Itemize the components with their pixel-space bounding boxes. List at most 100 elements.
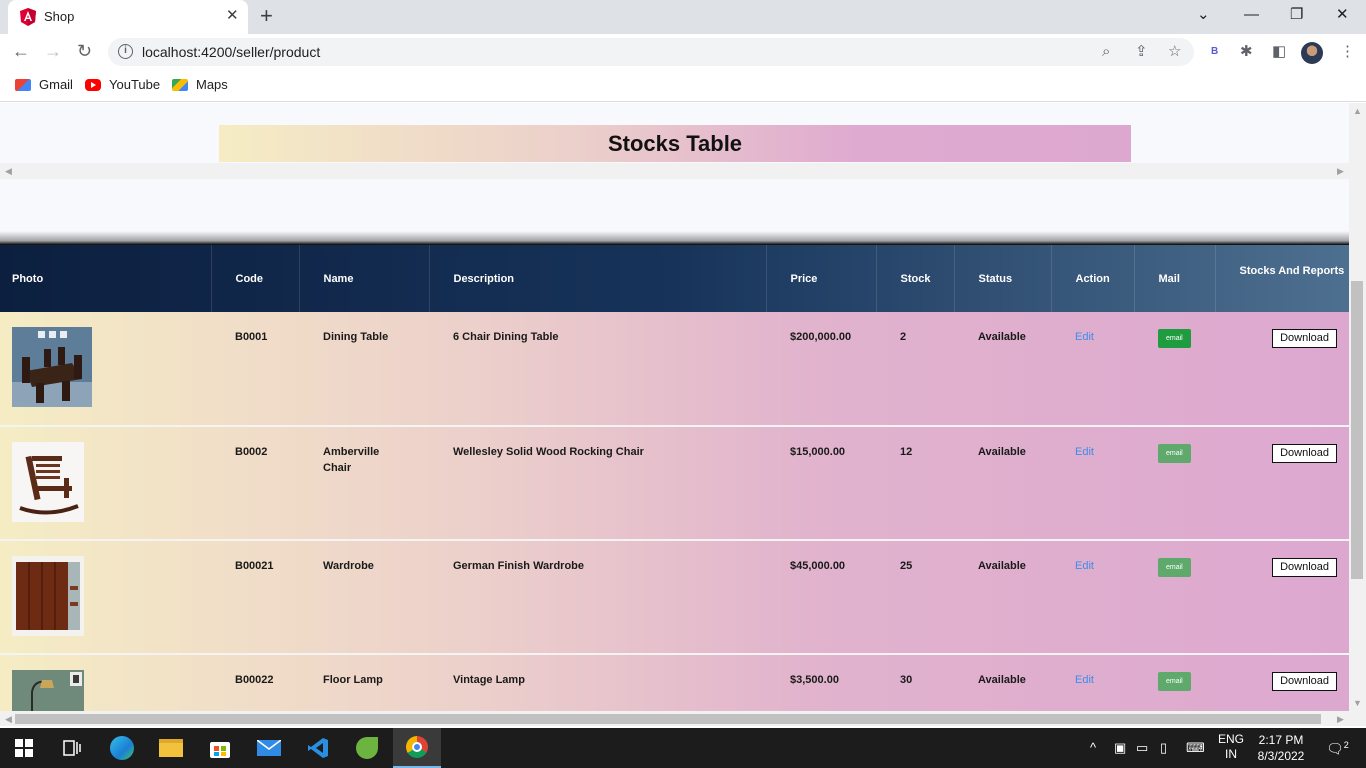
scroll-down-arrow-icon[interactable]: ▼ bbox=[1353, 698, 1362, 708]
rocking-chair-photo bbox=[12, 442, 84, 522]
email-button[interactable]: email bbox=[1158, 329, 1191, 348]
close-window-icon[interactable]: ✕ bbox=[1336, 6, 1349, 24]
windows-taskbar: ^ ▣ ▭ ▯ ⌨ ENG IN 2:17 PM 8/3/2022 🗨2 bbox=[0, 728, 1366, 768]
new-tab-icon[interactable]: + bbox=[260, 5, 273, 27]
header-code: Code bbox=[211, 245, 300, 312]
bookmark-star-icon[interactable]: ☆ bbox=[1168, 43, 1181, 61]
start-button[interactable] bbox=[0, 728, 48, 768]
download-button[interactable]: Download bbox=[1272, 329, 1337, 348]
profile-avatar[interactable] bbox=[1301, 42, 1323, 64]
page-title-banner: Stocks Table bbox=[219, 125, 1131, 162]
header-name: Name bbox=[299, 245, 430, 312]
clock-date: 8/3/2022 bbox=[1257, 749, 1305, 763]
zoom-icon[interactable]: ⌕ bbox=[1102, 43, 1110, 61]
address-bar[interactable]: i localhost:4200/seller/product ⌕ ⇪ ☆ bbox=[108, 38, 1194, 66]
taskbar-edge[interactable] bbox=[98, 728, 146, 768]
action-cell: Edit bbox=[1051, 540, 1134, 654]
scroll-right-arrow-icon[interactable]: ▶ bbox=[1337, 166, 1344, 176]
extensions-puzzle-icon[interactable]: ✱ bbox=[1240, 43, 1253, 61]
task-view-button[interactable] bbox=[48, 728, 96, 768]
code-cell: B00022 bbox=[235, 674, 274, 686]
scroll-left-arrow-icon[interactable]: ◀ bbox=[5, 166, 12, 176]
forward-icon[interactable]: → bbox=[44, 41, 62, 61]
clock-time: 2:17 PM bbox=[1258, 733, 1304, 747]
bookmark-gmail[interactable]: Gmail bbox=[15, 77, 73, 92]
bookmark-label: Maps bbox=[196, 77, 228, 92]
edit-link[interactable]: Edit bbox=[1075, 674, 1094, 686]
floor-lamp-photo bbox=[12, 670, 84, 711]
page-horizontal-scrollbar[interactable]: ◀ ▶ bbox=[0, 711, 1349, 726]
edit-link[interactable]: Edit bbox=[1075, 560, 1094, 572]
back-icon[interactable]: ← bbox=[12, 41, 30, 61]
tab-search-chevron-icon[interactable]: ⌄ bbox=[1197, 6, 1210, 24]
minimize-icon[interactable]: — bbox=[1244, 6, 1259, 24]
keyboard-icon[interactable]: ⌨ bbox=[1186, 740, 1205, 756]
spring-leaf-icon bbox=[356, 737, 378, 759]
status-cell: Available bbox=[978, 560, 1026, 572]
scroll-up-arrow-icon[interactable]: ▲ bbox=[1353, 106, 1362, 116]
edit-link[interactable]: Edit bbox=[1075, 446, 1094, 458]
share-icon[interactable]: ⇪ bbox=[1135, 43, 1148, 61]
region-code: IN bbox=[1225, 747, 1237, 761]
menu-kebab-icon[interactable]: ⋮ bbox=[1340, 43, 1355, 61]
vertical-scroll-thumb[interactable] bbox=[1351, 281, 1363, 579]
taskbar-store[interactable] bbox=[196, 728, 244, 768]
taskbar-spring-tool[interactable] bbox=[343, 728, 391, 768]
reload-icon[interactable]: ↻ bbox=[77, 41, 92, 61]
close-tab-icon[interactable]: ✕ bbox=[226, 8, 239, 24]
mail-cell: email bbox=[1134, 312, 1215, 426]
page-vertical-scrollbar[interactable]: ▲ ▼ bbox=[1349, 103, 1366, 726]
table-header-row: Photo Code Name Description Price Stock … bbox=[0, 245, 1349, 312]
photo-cell bbox=[0, 654, 211, 711]
notification-center-icon[interactable]: 🗨2 bbox=[1326, 740, 1349, 758]
photo-cell bbox=[0, 312, 211, 426]
maps-icon bbox=[172, 78, 188, 91]
browser-toolbar: ← → ↻ i localhost:4200/seller/product ⌕ … bbox=[0, 34, 1366, 70]
header-price: Price bbox=[766, 245, 877, 312]
table-row: B00021 Wardrobe German Finish Wardrobe $… bbox=[0, 540, 1349, 654]
table-row: B0002 Amberville Chair Wellesley Solid W… bbox=[0, 426, 1349, 540]
network-icon[interactable]: ▯ bbox=[1160, 740, 1167, 756]
edit-link[interactable]: Edit bbox=[1075, 331, 1094, 343]
bookmark-youtube[interactable]: YouTube bbox=[85, 77, 160, 92]
folder-icon bbox=[159, 739, 183, 757]
stock-cell: 2 bbox=[900, 331, 907, 343]
tray-chevron-icon[interactable]: ^ bbox=[1090, 740, 1096, 756]
taskbar-clock[interactable]: 2:17 PM 8/3/2022 bbox=[1256, 732, 1306, 764]
bookmark-maps[interactable]: Maps bbox=[172, 77, 228, 92]
price-cell: $45,000.00 bbox=[790, 560, 846, 572]
side-panel-icon[interactable]: ◧ bbox=[1272, 43, 1286, 61]
tray-app-icon[interactable]: ▣ bbox=[1114, 740, 1126, 756]
banner-horizontal-scrollbar[interactable]: ◀ ▶ bbox=[0, 163, 1349, 179]
horizontal-scroll-thumb[interactable] bbox=[15, 714, 1321, 724]
browser-tab-shop[interactable]: Shop ✕ bbox=[8, 0, 248, 34]
download-button[interactable]: Download bbox=[1272, 444, 1337, 463]
extension-b-icon[interactable]: B bbox=[1211, 43, 1218, 61]
mail-cell: email bbox=[1134, 540, 1215, 654]
email-button[interactable]: email bbox=[1158, 672, 1191, 691]
code-cell: B0002 bbox=[235, 446, 268, 458]
taskbar-chrome[interactable] bbox=[393, 728, 441, 768]
stocks-table: Photo Code Name Description Price Stock … bbox=[0, 245, 1349, 711]
url-text[interactable]: localhost:4200/seller/product bbox=[142, 44, 320, 60]
battery-icon[interactable]: ▭ bbox=[1136, 740, 1148, 756]
scroll-left-arrow-icon[interactable]: ◀ bbox=[5, 714, 12, 724]
email-button[interactable]: email bbox=[1158, 558, 1191, 577]
download-cell: Download bbox=[1215, 654, 1349, 711]
taskbar-mail[interactable] bbox=[245, 728, 293, 768]
scroll-right-arrow-icon[interactable]: ▶ bbox=[1337, 714, 1344, 724]
status-cell: Available bbox=[978, 674, 1026, 686]
action-cell: Edit bbox=[1051, 312, 1134, 426]
table-row: B00022 Floor Lamp Vintage Lamp $3,500.00… bbox=[0, 654, 1349, 711]
site-info-icon[interactable]: i bbox=[118, 44, 133, 59]
chrome-icon bbox=[406, 736, 428, 758]
input-language-indicator[interactable]: ENG IN bbox=[1218, 732, 1244, 762]
email-button[interactable]: email bbox=[1158, 444, 1191, 463]
taskbar-file-explorer[interactable] bbox=[147, 728, 195, 768]
download-button[interactable]: Download bbox=[1272, 672, 1337, 691]
taskbar-vscode[interactable] bbox=[294, 728, 342, 768]
download-button[interactable]: Download bbox=[1272, 558, 1337, 577]
stocks-table-container: Photo Code Name Description Price Stock … bbox=[0, 245, 1349, 711]
photo-cell bbox=[0, 540, 211, 654]
restore-icon[interactable]: ❐ bbox=[1290, 6, 1303, 24]
